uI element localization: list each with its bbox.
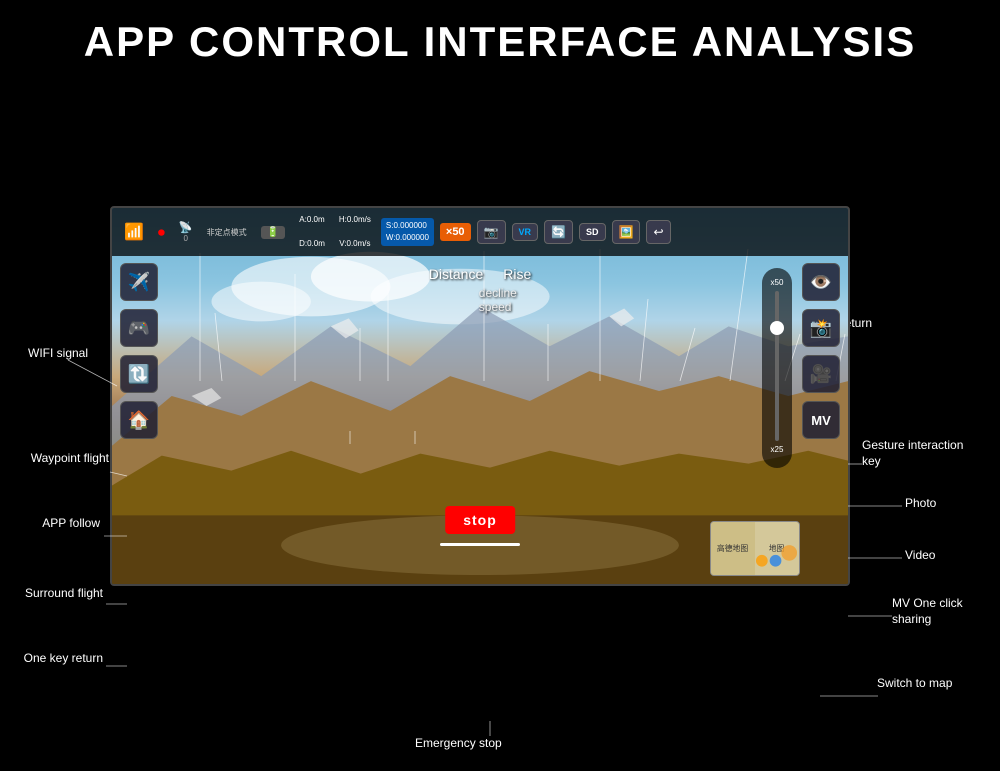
zoom-slider[interactable]: x50 x25	[762, 268, 792, 468]
decline-label: decline	[479, 286, 517, 300]
zoom-track[interactable]	[775, 291, 779, 441]
lens-rotation-btn[interactable]: 🔄	[544, 220, 573, 244]
center-hud: Distance Rise decline speed	[429, 266, 531, 314]
drone-ui-panel: 📶 ⏺ 📡 0 非定点模式 🔋 A:0.0m D:0.0m	[110, 206, 850, 586]
emergency-stop-label: Emergency stop	[415, 736, 502, 752]
surround-flight-btn[interactable]: 🔃	[120, 355, 158, 393]
drone-topbar: 📶 ⏺ 📡 0 非定点模式 🔋 A:0.0m D:0.0m	[112, 208, 848, 256]
zoom-indicator[interactable]: ×50	[440, 223, 471, 241]
mv-sharing-label: MV One click sharing	[892, 596, 1000, 627]
body-power-indicator: 🔋	[257, 224, 289, 241]
wifi-signal-label: WIFI signal	[28, 346, 88, 362]
waypoint-flight-label: Waypoint flight	[14, 451, 109, 467]
left-control-buttons: ✈️ 🎮 🔃 🏠	[120, 263, 158, 439]
video-label: Video	[905, 548, 935, 564]
vr-mode-btn[interactable]: VR	[512, 223, 539, 241]
svg-text:高德地图: 高德地图	[717, 543, 748, 553]
page-title: APP CONTROL INTERFACE ANALYSIS	[0, 0, 1000, 76]
speed-display: H:0.0m/s V:0.0m/s	[335, 212, 375, 252]
gesture-interaction-label: Gesture interaction key	[862, 438, 982, 469]
altitude-distance: A:0.0m D:0.0m	[295, 212, 329, 252]
speed-label: speed	[479, 300, 512, 314]
one-key-return-label: One key return	[8, 651, 103, 667]
app-follow-label: APP follow	[20, 516, 100, 532]
record-indicator: ⏺	[154, 222, 169, 243]
map-mini-view[interactable]: 高德地图 地图	[710, 521, 800, 576]
zoom-thumb[interactable]	[770, 321, 784, 335]
zoom-mid-label: x25	[771, 445, 784, 454]
return-btn[interactable]: ↩	[646, 220, 670, 244]
gps-satellites: 📡 0	[175, 219, 197, 245]
sd-quality-btn[interactable]: SD	[579, 223, 606, 241]
switch-to-map-label: Switch to map	[877, 676, 997, 692]
surround-flight-label: Surround flight	[8, 586, 103, 602]
zoom-max-label: x50	[771, 278, 784, 287]
waypoint-flight-btn[interactable]: ✈️	[120, 263, 158, 301]
wifi-status: 📶	[120, 220, 148, 244]
one-key-return-btn[interactable]: 🏠	[120, 401, 158, 439]
distance-value: Distance	[429, 266, 483, 282]
mv-btn[interactable]: MV	[802, 401, 840, 439]
app-follow-btn[interactable]: 🎮	[120, 309, 158, 347]
video-btn[interactable]: 🎥	[802, 355, 840, 393]
stop-progress-line	[440, 543, 520, 546]
gesture-btn[interactable]: 👁️	[802, 263, 840, 301]
flight-mode: 非定点模式	[203, 225, 251, 240]
photo-label: Photo	[905, 496, 936, 512]
album-btn[interactable]: 🖼️	[612, 220, 641, 244]
coordinates-display: S:0.000000 W:0.000000	[381, 218, 434, 246]
camera-switch-btn[interactable]: 📷	[477, 220, 506, 244]
rise-speed-value: Rise	[503, 266, 531, 282]
stop-button[interactable]: stop	[445, 506, 515, 534]
annotation-area: WIFI signal Optical flow / GPS mode Numb…	[0, 76, 1000, 756]
photo-btn[interactable]: 📸	[802, 309, 840, 347]
right-control-buttons: 👁️ 📸 🎥 MV	[802, 263, 840, 439]
